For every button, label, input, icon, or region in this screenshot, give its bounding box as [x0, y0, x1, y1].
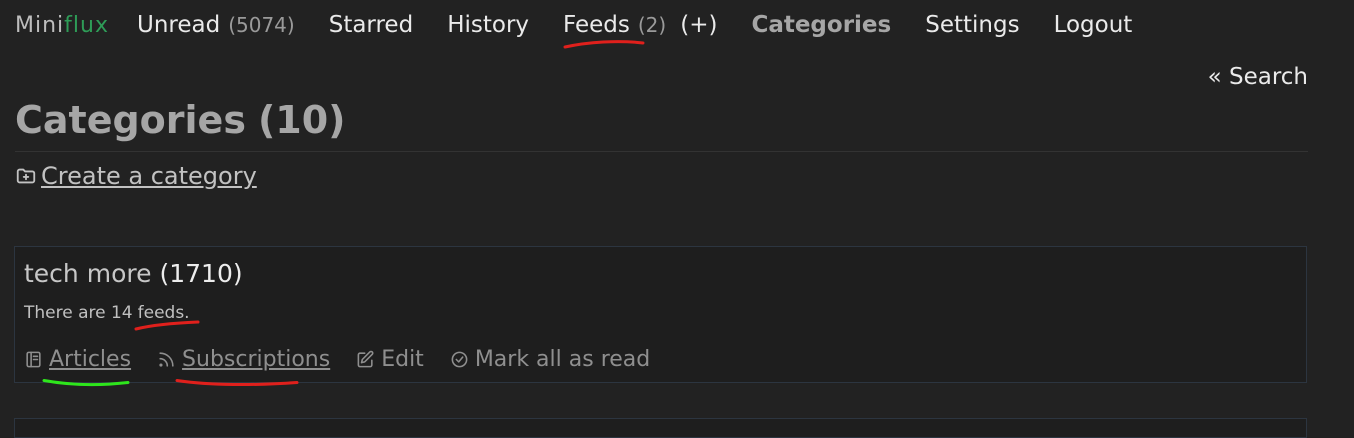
- nav-feeds-label[interactable]: Feeds: [563, 12, 630, 38]
- logo-flux: flux: [64, 12, 109, 38]
- nav-categories[interactable]: Categories: [751, 12, 891, 38]
- app-logo[interactable]: Miniflux: [15, 13, 109, 38]
- category-name[interactable]: tech more: [24, 259, 151, 288]
- nav-unread[interactable]: Unread (5074): [137, 12, 295, 38]
- book-icon: [26, 351, 41, 368]
- annotation-red-underline: [563, 40, 645, 49]
- category-feeds-word: feeds.: [134, 303, 200, 331]
- nav-logout[interactable]: Logout: [1054, 12, 1133, 38]
- logo-mini: Mini: [15, 12, 65, 38]
- search-link[interactable]: « Search: [1208, 64, 1308, 90]
- category-desc-prefix: There are 14: [24, 303, 133, 323]
- create-category-label: Create a category: [41, 162, 257, 190]
- nav-starred[interactable]: Starred: [329, 12, 413, 38]
- mark-all-read-link[interactable]: Mark all as read: [450, 347, 650, 372]
- rss-icon: [159, 352, 174, 367]
- annotation-green-underline: [42, 379, 130, 387]
- check-circle-icon: [451, 351, 468, 368]
- subscriptions-link[interactable]: Subscriptions: [157, 347, 331, 387]
- category-count: (1710): [159, 259, 243, 288]
- articles-link[interactable]: Articles: [24, 347, 132, 387]
- nav-unread-count: (5074): [228, 13, 295, 37]
- mark-all-read-label: Mark all as read: [474, 347, 651, 372]
- nav-settings[interactable]: Settings: [925, 12, 1019, 38]
- page-title-count: (10): [257, 98, 346, 142]
- subscriptions-label: Subscriptions: [182, 347, 331, 372]
- category-title[interactable]: tech more (1710): [24, 259, 243, 288]
- page-title-text: Categories: [15, 98, 246, 142]
- category-card-next: [14, 418, 1307, 438]
- title-divider: [15, 151, 1308, 152]
- nav-unread-label: Unread: [136, 12, 221, 38]
- nav-feeds[interactable]: Feeds (2) (+): [563, 12, 717, 49]
- folder-plus-icon: [16, 168, 36, 184]
- top-navigation: Miniflux Unread (5074) Starred History F…: [15, 0, 1166, 50]
- annotation-red-underline: [175, 379, 299, 387]
- category-card: tech more (1710) There are 14 feeds. Art…: [14, 246, 1307, 387]
- nav-add-feed[interactable]: (+): [680, 12, 717, 38]
- articles-label: Articles: [49, 347, 132, 372]
- annotation-red-underline: [134, 320, 200, 331]
- edit-label: Edit: [381, 347, 424, 372]
- create-category-link[interactable]: Create a category: [15, 162, 257, 190]
- nav-feeds-count: (2): [637, 13, 667, 37]
- edit-icon: [357, 350, 374, 368]
- category-actions: Articles Subscriptions Edit Mark all as …: [24, 347, 650, 387]
- page-title: Categories (10): [15, 98, 346, 142]
- category-description: There are 14 feeds.: [24, 303, 200, 331]
- edit-link[interactable]: Edit: [356, 347, 424, 372]
- nav-history[interactable]: History: [447, 12, 529, 38]
